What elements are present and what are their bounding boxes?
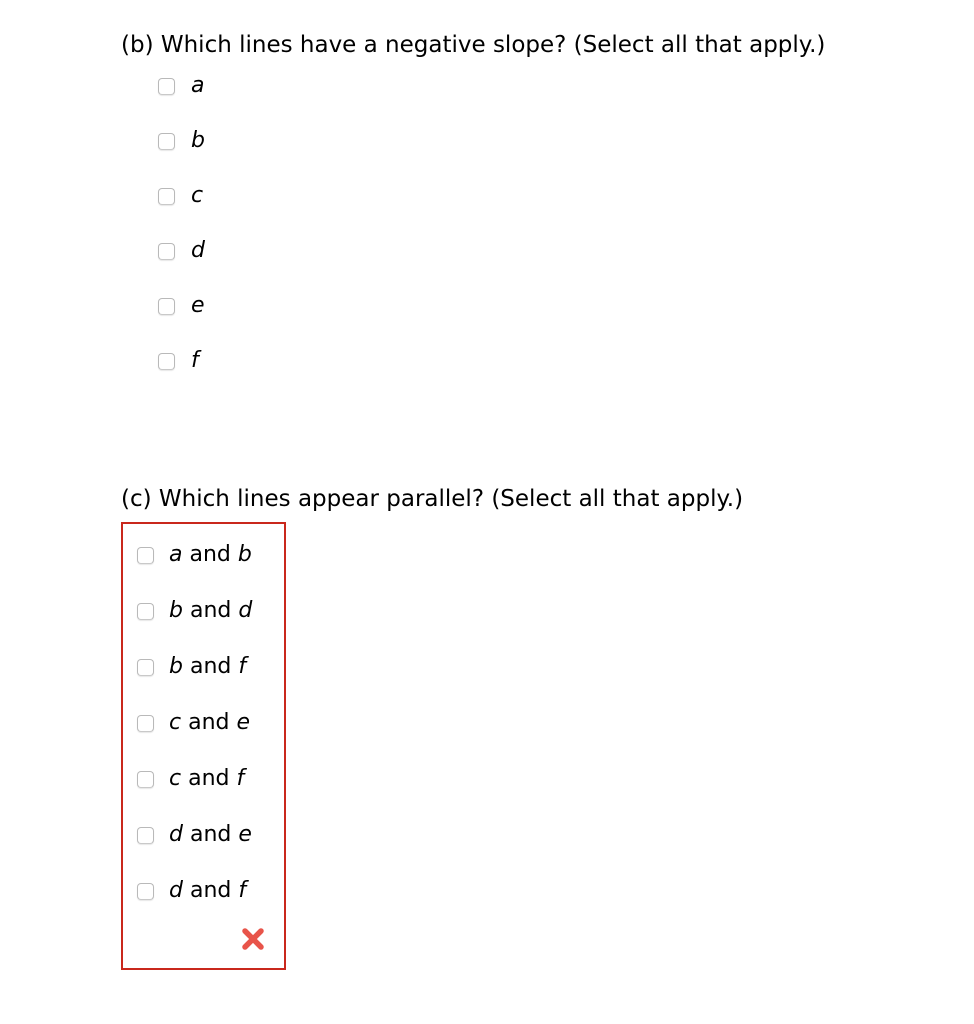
- option-row-b-and-f[interactable]: b and f: [137, 652, 284, 682]
- question-c-heading: (c) Which lines appear parallel? (Select…: [121, 486, 744, 512]
- conjunction-text: and: [182, 542, 238, 567]
- line-letter-second: f: [238, 878, 247, 903]
- option-label-e: e: [191, 293, 205, 319]
- option-row-d[interactable]: d: [121, 236, 825, 266]
- option-row-c-and-e[interactable]: c and e: [137, 708, 284, 738]
- option-label-b-and-f: b and f: [169, 654, 246, 680]
- option-row-e[interactable]: e: [121, 291, 825, 321]
- option-label-c: c: [191, 183, 203, 209]
- line-letter-first: a: [169, 542, 183, 567]
- line-letter-second: e: [238, 822, 252, 847]
- conjunction-text: and: [181, 710, 237, 735]
- checkbox-a[interactable]: [158, 77, 175, 95]
- checkbox-a-and-b[interactable]: [137, 546, 154, 564]
- option-label-f: f: [191, 348, 199, 374]
- question-b-heading: (b) Which lines have a negative slope? (…: [121, 32, 826, 58]
- checkbox-d[interactable]: [158, 242, 175, 260]
- checkbox-c[interactable]: [158, 187, 175, 205]
- option-label-c-and-e: c and e: [169, 710, 250, 736]
- line-letter-second: b: [237, 542, 252, 567]
- option-label-d-and-e: d and e: [169, 822, 252, 848]
- option-row-c[interactable]: c: [121, 181, 825, 211]
- checkbox-b-and-d[interactable]: [137, 602, 154, 620]
- line-letter-d: d: [191, 238, 205, 263]
- conjunction-text: and: [182, 822, 239, 847]
- option-label-a-and-b: a and b: [169, 542, 252, 568]
- option-row-b[interactable]: b: [121, 126, 825, 156]
- line-letter-first: d: [169, 822, 183, 847]
- question-b-option-list: a b c d e f: [121, 71, 825, 376]
- option-label-b-and-d: b and d: [169, 598, 252, 624]
- question-part-b: (b) Which lines have a negative slope? (…: [121, 31, 825, 401]
- option-label-b: b: [191, 128, 205, 154]
- checkbox-d-and-f[interactable]: [137, 882, 154, 900]
- option-row-b-and-d[interactable]: b and d: [137, 596, 284, 626]
- line-letter-second: d: [238, 598, 253, 623]
- line-letter-second: e: [236, 710, 251, 735]
- option-row-f[interactable]: f: [121, 346, 825, 376]
- question-c-option-list: a and b b and d b and f c and e c and f …: [121, 522, 286, 970]
- checkbox-b-and-f[interactable]: [137, 658, 154, 676]
- line-letter-b: b: [191, 128, 205, 153]
- line-letter-a: a: [191, 73, 205, 98]
- line-letter-e: e: [191, 293, 205, 318]
- checkbox-e[interactable]: [158, 297, 175, 315]
- line-letter-first: b: [169, 598, 183, 623]
- conjunction-text: and: [181, 766, 237, 791]
- checkbox-c-and-e[interactable]: [137, 714, 154, 732]
- option-row-c-and-f[interactable]: c and f: [137, 764, 284, 794]
- conjunction-text: and: [182, 598, 239, 623]
- option-label-a: a: [191, 73, 204, 99]
- option-label-c-and-f: c and f: [169, 766, 244, 792]
- checkbox-b[interactable]: [158, 132, 175, 150]
- line-letter-first: d: [169, 878, 183, 903]
- checkbox-c-and-f[interactable]: [137, 770, 154, 788]
- line-letter-f: f: [191, 348, 199, 373]
- line-letter-first: c: [169, 766, 182, 791]
- line-letter-first: b: [169, 654, 183, 679]
- option-label-d: d: [191, 238, 205, 264]
- checkbox-f[interactable]: [158, 352, 175, 370]
- checkbox-d-and-e[interactable]: [137, 826, 154, 844]
- question-part-c: (c) Which lines appear parallel? (Select…: [121, 485, 743, 970]
- option-row-d-and-e[interactable]: d and e: [137, 820, 284, 850]
- conjunction-text: and: [182, 654, 239, 679]
- option-label-d-and-f: d and f: [169, 878, 246, 904]
- line-letter-second: f: [236, 766, 245, 791]
- line-letter-c: c: [191, 183, 204, 208]
- option-row-d-and-f[interactable]: d and f: [137, 876, 284, 906]
- line-letter-first: c: [169, 710, 182, 735]
- option-row-a[interactable]: a: [121, 71, 825, 101]
- option-row-a-and-b[interactable]: a and b: [137, 540, 284, 570]
- cross-mark-icon: [238, 924, 268, 954]
- line-letter-second: f: [238, 654, 247, 679]
- conjunction-text: and: [182, 878, 239, 903]
